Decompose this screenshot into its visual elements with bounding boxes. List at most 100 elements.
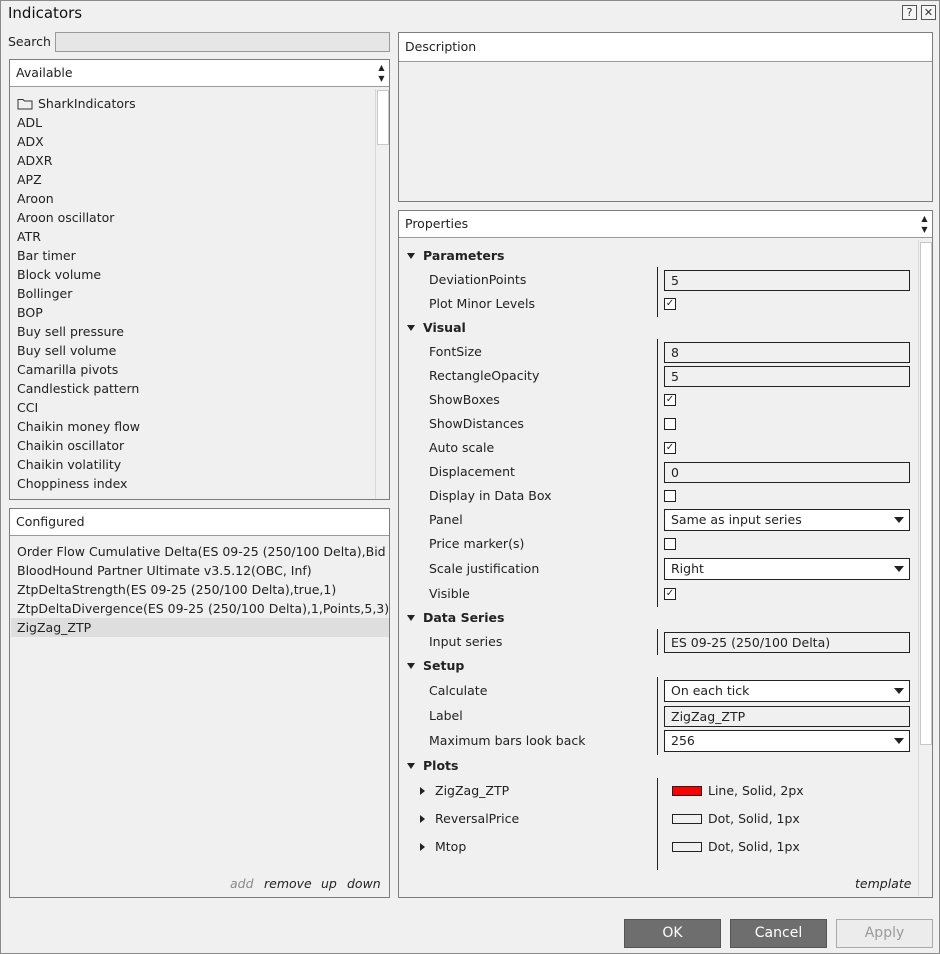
available-header: Available ▲ ▼ xyxy=(10,60,389,87)
group-plots[interactable]: Plots xyxy=(403,755,458,777)
folder-label: SharkIndicators xyxy=(38,96,136,111)
expand-icon[interactable] xyxy=(420,815,425,823)
font-size-input[interactable]: 8 xyxy=(664,342,910,363)
available-item[interactable]: APZ xyxy=(17,170,42,189)
available-item[interactable]: Aroon xyxy=(17,189,54,208)
apply-button[interactable]: Apply xyxy=(836,919,933,948)
available-item[interactable]: ADX xyxy=(17,132,44,151)
group-setup[interactable]: Setup xyxy=(403,655,464,677)
arrow-up-icon[interactable]: ▲ xyxy=(376,62,387,73)
arrow-up-icon[interactable]: ▲ xyxy=(919,213,930,224)
max-bars-select[interactable]: 256 xyxy=(664,730,910,752)
plot-style[interactable]: Dot, Solid, 1px xyxy=(708,808,800,830)
expand-icon[interactable] xyxy=(420,843,425,851)
configured-item[interactable]: ZigZag_ZTP xyxy=(11,618,389,637)
available-item[interactable]: CCI xyxy=(17,398,38,417)
display-in-data-box-checkbox[interactable] xyxy=(664,490,676,502)
available-item[interactable]: Camarilla pivots xyxy=(17,360,118,379)
plot-name[interactable]: ReversalPrice xyxy=(435,808,519,830)
panel-select-value: Same as input series xyxy=(671,512,802,527)
search-input[interactable] xyxy=(55,32,390,52)
configured-item[interactable]: ZtpDeltaStrength(ES 09-25 (250/100 Delta… xyxy=(11,580,389,599)
input-series-field[interactable]: ES 09-25 (250/100 Delta) xyxy=(664,632,910,653)
template-link[interactable]: template xyxy=(855,876,911,891)
auto-scale-checkbox[interactable]: ✓ xyxy=(664,442,676,454)
available-item[interactable]: BOP xyxy=(17,303,43,322)
available-item[interactable]: Chaikin money flow xyxy=(17,417,140,436)
close-icon[interactable]: ✕ xyxy=(921,5,936,20)
remove-link[interactable]: remove xyxy=(264,876,312,891)
cancel-button[interactable]: Cancel xyxy=(730,919,827,948)
folder-item[interactable]: SharkIndicators xyxy=(17,94,136,113)
label-display-in-data-box: Display in Data Box xyxy=(429,488,552,503)
down-link[interactable]: down xyxy=(347,876,381,891)
available-item[interactable]: ADL xyxy=(17,113,42,132)
chevron-down-icon xyxy=(894,517,904,523)
help-icon[interactable]: ? xyxy=(902,5,917,20)
available-item[interactable]: ATR xyxy=(17,227,41,246)
plot-color-swatch[interactable] xyxy=(672,814,702,824)
show-boxes-checkbox[interactable]: ✓ xyxy=(664,394,676,406)
plot-color-swatch[interactable] xyxy=(672,786,702,796)
available-item[interactable]: ADXR xyxy=(17,151,52,170)
plot-name[interactable]: ZigZag_ZTP xyxy=(435,780,509,802)
label-displacement: Displacement xyxy=(429,464,515,479)
arrow-down-icon[interactable]: ▼ xyxy=(376,73,387,84)
properties-scroll-thumb[interactable] xyxy=(920,242,932,745)
ok-button[interactable]: OK xyxy=(624,919,721,948)
show-distances-checkbox[interactable] xyxy=(664,418,676,430)
configured-item[interactable]: ZtpDeltaDivergence(ES 09-25 (250/100 Del… xyxy=(11,599,389,618)
column-divider xyxy=(657,677,658,755)
collapse-icon[interactable] xyxy=(407,663,415,669)
properties-header: Properties ▲ ▼ xyxy=(399,211,932,238)
label-calculate: Calculate xyxy=(429,683,488,698)
available-item[interactable]: Chaikin volatility xyxy=(17,455,121,474)
arrow-down-icon[interactable]: ▼ xyxy=(919,224,930,235)
configured-item[interactable]: Order Flow Cumulative Delta(ES 09-25 (25… xyxy=(11,542,389,561)
plot-style[interactable]: Line, Solid, 2px xyxy=(708,780,804,802)
available-scroll-thumb[interactable] xyxy=(377,90,389,145)
calculate-select[interactable]: On each tick xyxy=(664,680,910,702)
available-item[interactable]: Bollinger xyxy=(17,284,72,303)
configured-title: Configured xyxy=(16,514,85,529)
available-item[interactable]: Buy sell pressure xyxy=(17,322,124,341)
column-divider xyxy=(657,778,658,870)
available-item[interactable]: Buy sell volume xyxy=(17,341,116,360)
group-visual[interactable]: Visual xyxy=(403,317,466,339)
price-markers-checkbox[interactable] xyxy=(664,538,676,550)
expand-icon[interactable] xyxy=(420,787,425,795)
collapse-icon[interactable] xyxy=(407,325,415,331)
up-link[interactable]: up xyxy=(321,876,337,891)
plot-minor-levels-checkbox[interactable]: ✓ xyxy=(664,298,676,310)
properties-scrollbar[interactable] xyxy=(918,240,932,896)
rectangle-opacity-input[interactable]: 5 xyxy=(664,366,910,387)
group-data-series[interactable]: Data Series xyxy=(403,607,504,629)
collapse-icon[interactable] xyxy=(407,615,415,621)
available-item[interactable]: Bar timer xyxy=(17,246,76,265)
label-input[interactable]: ZigZag_ZTP xyxy=(664,706,910,727)
add-link[interactable]: add xyxy=(230,876,254,891)
available-item[interactable]: Candlestick pattern xyxy=(17,379,139,398)
plot-style[interactable]: Dot, Solid, 1px xyxy=(708,836,800,858)
visible-checkbox[interactable]: ✓ xyxy=(664,588,676,600)
deviation-points-input[interactable]: 5 xyxy=(664,270,910,291)
collapse-icon[interactable] xyxy=(407,763,415,769)
scale-justification-select[interactable]: Right xyxy=(664,558,910,580)
available-item[interactable]: Choppiness index xyxy=(17,474,127,493)
configured-item[interactable]: BloodHound Partner Ultimate v3.5.12(OBC,… xyxy=(11,561,389,580)
displacement-input[interactable]: 0 xyxy=(664,462,910,483)
available-scrollbar[interactable] xyxy=(375,89,389,499)
plot-color-swatch[interactable] xyxy=(672,842,702,852)
available-item[interactable]: Chaikin oscillator xyxy=(17,436,124,455)
properties-sort-arrows[interactable]: ▲ ▼ xyxy=(919,213,930,236)
label-auto-scale: Auto scale xyxy=(429,440,495,455)
available-sort-arrows[interactable]: ▲ ▼ xyxy=(376,62,387,85)
plot-name[interactable]: Mtop xyxy=(435,836,466,858)
label-panel: Panel xyxy=(429,512,463,527)
panel-select[interactable]: Same as input series xyxy=(664,509,910,531)
group-parameters[interactable]: Parameters xyxy=(403,245,504,267)
collapse-icon[interactable] xyxy=(407,253,415,259)
description-panel: Description xyxy=(398,32,933,202)
available-item[interactable]: Aroon oscillator xyxy=(17,208,114,227)
available-item[interactable]: Block volume xyxy=(17,265,101,284)
